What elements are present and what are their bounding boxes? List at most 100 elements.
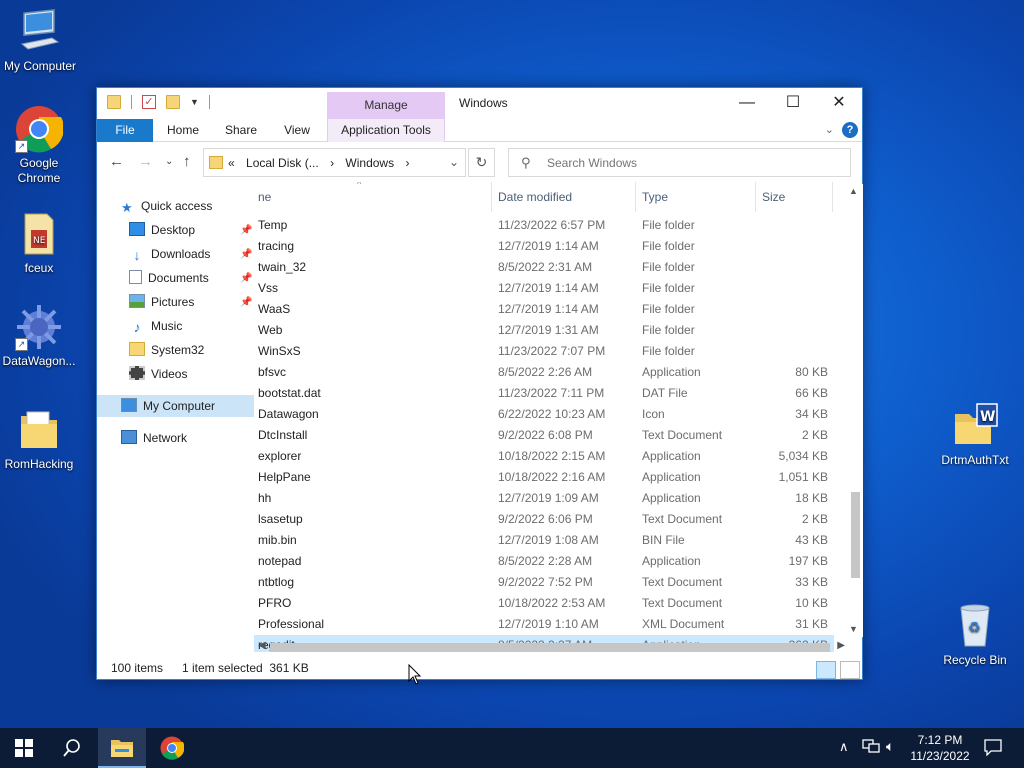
forward-arrow-icon[interactable]: → [138, 153, 153, 170]
expand-ribbon-chevron-icon[interactable]: ⌄ [825, 123, 834, 136]
table-row[interactable]: hh 12/7/2019 1:09 AM Application 18 KB [254, 488, 834, 509]
table-row[interactable]: explorer 10/18/2022 2:15 AM Application 5,0… [254, 446, 834, 467]
properties-icon[interactable]: ✓ [142, 95, 156, 109]
start-button[interactable] [0, 728, 48, 768]
column-divider[interactable] [491, 182, 492, 212]
manage-context-tab[interactable]: Manage [327, 92, 445, 119]
breadcrumb-separator[interactable]: › [330, 156, 334, 170]
column-header-size[interactable]: Size [762, 190, 785, 204]
breadcrumb-windows[interactable]: Windows [345, 156, 394, 170]
minimize-button[interactable]: — [724, 88, 770, 119]
table-row[interactable]: HelpPane 10/18/2022 2:16 AM Application 1,0… [254, 467, 834, 488]
scroll-up-arrow-icon[interactable]: ▲ [849, 186, 858, 196]
table-row[interactable]: notepad 8/5/2022 2:28 AM Application 197 KB [254, 551, 834, 572]
desktop-icon-drtmauthtxt[interactable]: W DrtmAuthTxt [935, 402, 1015, 468]
customize-toolbar-dropdown-icon[interactable]: ▼ [190, 97, 199, 107]
nav-my-computer[interactable]: My Computer [97, 395, 254, 417]
horizontal-scrollbar[interactable]: ◀ ▶ [254, 639, 847, 656]
title-bar[interactable]: ✓ ▼ Manage Windows — ☐ ✕ [97, 88, 862, 119]
scrollbar-thumb[interactable] [270, 643, 830, 652]
refresh-button[interactable]: ↻ [468, 148, 495, 177]
desktop-icon-romhacking[interactable]: RomHacking [0, 406, 79, 472]
table-row[interactable]: Datawagon 6/22/2022 10:23 AM Icon 34 KB [254, 404, 834, 425]
table-row[interactable]: bfsvc 8/5/2022 2:26 AM Application 80 KB [254, 362, 834, 383]
help-icon[interactable]: ? [842, 122, 858, 138]
file-explorer-window[interactable]: ✓ ▼ Manage Windows — ☐ ✕ File Home Share… [96, 87, 863, 680]
tab-file[interactable]: File [97, 119, 153, 142]
search-box[interactable]: ⚲ [508, 148, 851, 177]
desktop-icon-google-chrome[interactable]: ↗ Google Chrome [0, 105, 79, 186]
pin-icon[interactable]: 📌 [240, 225, 252, 236]
nav-videos[interactable]: Videos [129, 363, 187, 385]
nav-documents[interactable]: Documents [129, 267, 209, 289]
column-divider[interactable] [755, 182, 756, 212]
column-divider[interactable] [635, 182, 636, 212]
pin-icon[interactable]: 📌 [240, 297, 252, 308]
breadcrumb-separator[interactable]: › [405, 156, 409, 170]
table-row[interactable]: Temp 11/23/2022 6:57 PM File folder [254, 215, 834, 236]
nav-quick-access[interactable]: ★ Quick access [121, 195, 212, 217]
folder-icon[interactable] [107, 95, 121, 109]
show-hidden-icons-chevron-icon[interactable]: ∧ [839, 739, 849, 755]
network-icon[interactable] [862, 738, 880, 757]
table-row[interactable]: lsasetup 9/2/2022 6:06 PM Text Document 2 K… [254, 509, 834, 530]
maximize-button[interactable]: ☐ [770, 88, 816, 119]
table-row[interactable]: mib.bin 12/7/2019 1:08 AM BIN File 43 KB [254, 530, 834, 551]
address-dropdown-chevron-icon[interactable]: ⌄ [449, 155, 459, 169]
address-input[interactable]: « Local Disk (... › Windows › ⌄ [203, 148, 466, 177]
pin-icon[interactable]: 📌 [240, 249, 252, 260]
new-folder-icon[interactable] [166, 95, 180, 109]
table-row[interactable]: Professional 12/7/2019 1:10 AM XML Documen… [254, 614, 834, 635]
search-button[interactable] [48, 728, 96, 768]
column-header-date-modified[interactable]: Date modified [498, 190, 572, 204]
close-button[interactable]: ✕ [816, 88, 862, 119]
nav-desktop[interactable]: Desktop [129, 219, 195, 241]
recent-locations-chevron-icon[interactable]: ⌄ [165, 156, 173, 167]
table-row[interactable]: twain_32 8/5/2022 2:31 AM File folder [254, 257, 834, 278]
column-divider[interactable] [832, 182, 833, 212]
notifications-icon[interactable] [984, 738, 1002, 759]
volume-icon[interactable]: 🔈︎ [886, 738, 894, 755]
desktop-icon-datawagon[interactable]: ↗ DataWagon... [0, 303, 79, 369]
vertical-scrollbar[interactable]: ▲ ▼ [847, 184, 863, 637]
nav-system32[interactable]: System32 [129, 339, 204, 361]
tab-application-tools[interactable]: Application Tools [327, 119, 445, 142]
taskbar-file-explorer[interactable] [98, 728, 146, 768]
table-row[interactable]: DtcInstall 9/2/2022 6:08 PM Text Document 2… [254, 425, 834, 446]
table-row[interactable]: tracing 12/7/2019 1:14 AM File folder [254, 236, 834, 257]
table-row[interactable]: PFRO 10/18/2022 2:53 AM Text Document 10 KB [254, 593, 834, 614]
desktop-icon-recycle-bin[interactable]: ♻ Recycle Bin [935, 602, 1015, 668]
table-row[interactable]: Vss 12/7/2019 1:14 AM File folder [254, 278, 834, 299]
table-row[interactable]: Web 12/7/2019 1:31 AM File folder [254, 320, 834, 341]
system-clock[interactable]: 7:12 PM 11/23/2022 [906, 732, 974, 764]
table-row[interactable]: WaaS 12/7/2019 1:14 AM File folder [254, 299, 834, 320]
table-row[interactable]: bootstat.dat 11/23/2022 7:11 PM DAT File 66… [254, 383, 834, 404]
up-arrow-icon[interactable]: ↑ [183, 153, 191, 170]
tab-share[interactable]: Share [219, 119, 263, 142]
back-arrow-icon[interactable]: ← [109, 153, 124, 170]
table-row[interactable]: WinSxS 11/23/2022 7:07 PM File folder [254, 341, 834, 362]
pin-icon[interactable]: 📌 [240, 273, 252, 284]
column-header-type[interactable]: Type [642, 190, 668, 204]
search-input[interactable] [547, 154, 827, 172]
large-icons-view-button[interactable] [840, 661, 860, 679]
breadcrumb-local-disk[interactable]: Local Disk (... [246, 156, 319, 170]
scroll-left-arrow-icon[interactable]: ◀ [258, 640, 266, 651]
scroll-down-arrow-icon[interactable]: ▼ [849, 624, 858, 634]
details-view-button[interactable] [816, 661, 836, 679]
tab-home[interactable]: Home [159, 119, 207, 142]
scrollbar-thumb[interactable] [851, 492, 860, 578]
desktop-icon-my-computer[interactable]: My Computer [0, 8, 80, 74]
nav-pictures[interactable]: Pictures [129, 291, 194, 313]
tab-view[interactable]: View [275, 119, 319, 142]
scroll-right-arrow-icon[interactable]: ▶ [837, 640, 845, 651]
file-type: Application [642, 491, 701, 505]
breadcrumb-overflow[interactable]: « [228, 156, 235, 170]
nav-downloads[interactable]: ↓ Downloads [129, 243, 211, 265]
desktop-icon-fceux[interactable]: NE fceux [0, 210, 79, 276]
taskbar-google-chrome[interactable] [148, 728, 196, 768]
column-header-name[interactable]: ne [258, 190, 271, 204]
nav-music[interactable]: ♪ Music [129, 315, 183, 337]
nav-network[interactable]: Network [121, 427, 187, 449]
table-row[interactable]: ntbtlog 9/2/2022 7:52 PM Text Document 33 K… [254, 572, 834, 593]
